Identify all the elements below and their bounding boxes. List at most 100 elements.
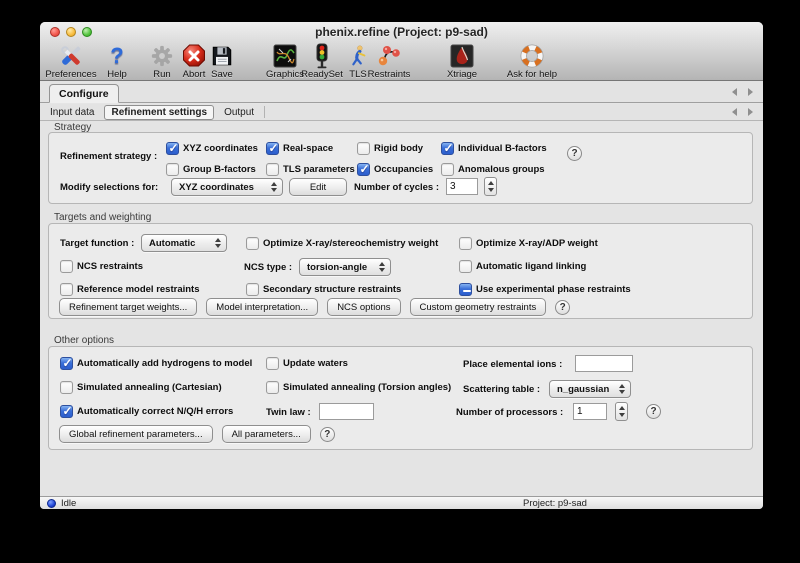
- status-project: Project: p9-sad: [523, 498, 587, 509]
- checkbox-box: [60, 260, 73, 273]
- main-tab-bar: Configure: [40, 81, 763, 103]
- checkbox-box: [266, 142, 279, 155]
- target-function-label: Target function :: [60, 238, 134, 249]
- toolbar-button-restraints[interactable]: Restraints: [352, 43, 426, 81]
- scattering-table-label: Scattering table :: [463, 384, 540, 395]
- checkbox-secondary-structure-restraints[interactable]: Secondary structure restraints: [246, 282, 401, 297]
- checkbox-box: [266, 381, 279, 394]
- place-elemental-ions-label: Place elemental ions :: [463, 359, 562, 370]
- sub-tab-bar: Input data Refinement settings Output: [40, 104, 763, 121]
- target-function-dropdown[interactable]: Automatic: [141, 234, 227, 252]
- dropdown-value: XYZ coordinates: [179, 182, 254, 193]
- processors-stepper[interactable]: [615, 402, 628, 421]
- checkbox-reference-model-restraints[interactable]: Reference model restraints: [60, 282, 200, 297]
- checkbox-group-b-factors[interactable]: Group B-factors: [166, 162, 256, 177]
- number-of-processors-field[interactable]: [573, 403, 607, 420]
- minimize-button[interactable]: [66, 27, 76, 37]
- checkbox-box: [266, 357, 279, 370]
- dropdown-arrows-icon: [212, 238, 226, 248]
- checkbox-simulated-annealing-torsion[interactable]: Simulated annealing (Torsion angles): [266, 380, 451, 395]
- restraints-molecule-icon: [376, 43, 402, 69]
- tab-output[interactable]: Output: [224, 107, 254, 118]
- edit-button[interactable]: Edit: [289, 178, 347, 196]
- model-interpretation-button[interactable]: Model interpretation...: [206, 298, 318, 316]
- toolbar-button-ask-for-help[interactable]: Ask for help: [495, 43, 569, 81]
- toolbar-label: Save: [211, 69, 233, 80]
- checkbox-box: [166, 142, 179, 155]
- toolbar-label: Ask for help: [507, 69, 557, 80]
- subtab-scroll-left-icon[interactable]: [732, 108, 737, 116]
- checkbox-use-experimental-phase-restraints[interactable]: Use experimental phase restraints: [459, 282, 631, 297]
- checkbox-box: [60, 357, 73, 370]
- targets-button-row: Refinement target weights... Model inter…: [59, 298, 570, 316]
- toolbar-label: Xtriage: [447, 69, 477, 80]
- strategy-help-button[interactable]: ?: [567, 146, 582, 161]
- tab-input-data[interactable]: Input data: [50, 107, 94, 118]
- checkbox-anomalous-groups[interactable]: Anomalous groups: [441, 162, 545, 177]
- dropdown-arrows-icon: [616, 384, 630, 394]
- other-options-group-title: Other options: [54, 335, 114, 346]
- checkbox-box: [60, 283, 73, 296]
- refinement-settings-panel: Strategy Refinement strategy : XYZ coord…: [40, 121, 763, 496]
- dropdown-value: Automatic: [149, 238, 195, 249]
- checkbox-update-waters[interactable]: Update waters: [266, 356, 348, 371]
- modify-selections-dropdown[interactable]: XYZ coordinates: [171, 178, 283, 196]
- ncs-type-dropdown[interactable]: torsion-angle: [299, 258, 391, 276]
- twin-law-field[interactable]: [319, 403, 374, 420]
- twin-law-label: Twin law :: [266, 407, 311, 418]
- other-button-row: Global refinement parameters... All para…: [59, 425, 335, 443]
- number-of-cycles-label: Number of cycles :: [354, 182, 439, 193]
- checkbox-box: [60, 381, 73, 394]
- checkbox-optimize-xray-adp[interactable]: Optimize X-ray/ADP weight: [459, 236, 598, 251]
- strategy-groupbox: Refinement strategy : XYZ coordinates Re…: [48, 132, 753, 204]
- checkbox-optimize-xray-stereochemistry[interactable]: Optimize X-ray/stereochemistry weight: [246, 236, 438, 251]
- scattering-table-dropdown[interactable]: n_gaussian: [549, 380, 631, 398]
- all-parameters-button[interactable]: All parameters...: [222, 425, 311, 443]
- checkbox-box: [60, 405, 73, 418]
- xtriage-icon: [449, 43, 475, 69]
- cycles-stepper[interactable]: [484, 177, 497, 196]
- checkbox-add-hydrogens[interactable]: Automatically add hydrogens to model: [60, 356, 252, 371]
- tab-scroll-left-icon[interactable]: [732, 88, 737, 96]
- checkbox-real-space[interactable]: Real-space: [266, 141, 333, 156]
- title-bar: phenix.refine (Project: p9-sad): [40, 22, 763, 42]
- checkbox-box: [246, 237, 259, 250]
- checkbox-rigid-body[interactable]: Rigid body: [357, 141, 423, 156]
- checkbox-box: [441, 142, 454, 155]
- toolbar-label: Help: [107, 69, 127, 80]
- checkbox-tls-parameters[interactable]: TLS parameters: [266, 162, 355, 177]
- checkbox-individual-b-factors[interactable]: Individual B-factors: [441, 141, 547, 156]
- status-text: Idle: [61, 498, 76, 509]
- checkbox-box: [441, 163, 454, 176]
- checkbox-box: [246, 283, 259, 296]
- zoom-button[interactable]: [82, 27, 92, 37]
- global-refinement-parameters-button[interactable]: Global refinement parameters...: [59, 425, 213, 443]
- toolbar: Preferences ? Help: [40, 42, 763, 81]
- checkbox-ncs-restraints[interactable]: NCS restraints: [60, 259, 143, 274]
- lifebuoy-icon: [519, 43, 545, 69]
- checkbox-automatic-ligand-linking[interactable]: Automatic ligand linking: [459, 259, 586, 274]
- place-elemental-ions-field[interactable]: [575, 355, 633, 372]
- subtab-scroll-right-icon[interactable]: [748, 108, 753, 116]
- other-help-button[interactable]: ?: [320, 427, 335, 442]
- tab-configure[interactable]: Configure: [49, 84, 119, 103]
- refinement-target-weights-button[interactable]: Refinement target weights...: [59, 298, 197, 316]
- ncs-options-button[interactable]: NCS options: [327, 298, 400, 316]
- checkbox-box: [357, 142, 370, 155]
- status-bar: Idle Project: p9-sad: [40, 496, 763, 509]
- tab-scroll-right-icon[interactable]: [748, 88, 753, 96]
- checkbox-box: [459, 260, 472, 273]
- other-options-groupbox: Automatically add hydrogens to model Upd…: [48, 346, 753, 450]
- processors-help-button[interactable]: ?: [646, 404, 661, 419]
- checkbox-occupancies[interactable]: Occupancies: [357, 162, 433, 177]
- close-button[interactable]: [50, 27, 60, 37]
- targets-help-button[interactable]: ?: [555, 300, 570, 315]
- custom-geometry-restraints-button[interactable]: Custom geometry restraints: [410, 298, 547, 316]
- number-of-cycles-field[interactable]: [446, 178, 478, 195]
- checkbox-correct-nqh-errors[interactable]: Automatically correct N/Q/H errors: [60, 404, 233, 419]
- tab-configure-label: Configure: [59, 88, 109, 100]
- tab-refinement-settings[interactable]: Refinement settings: [104, 105, 214, 120]
- checkbox-simulated-annealing-cartesian[interactable]: Simulated annealing (Cartesian): [60, 380, 222, 395]
- toolbar-button-xtriage[interactable]: Xtriage: [425, 43, 499, 81]
- checkbox-xyz-coordinates[interactable]: XYZ coordinates: [166, 141, 258, 156]
